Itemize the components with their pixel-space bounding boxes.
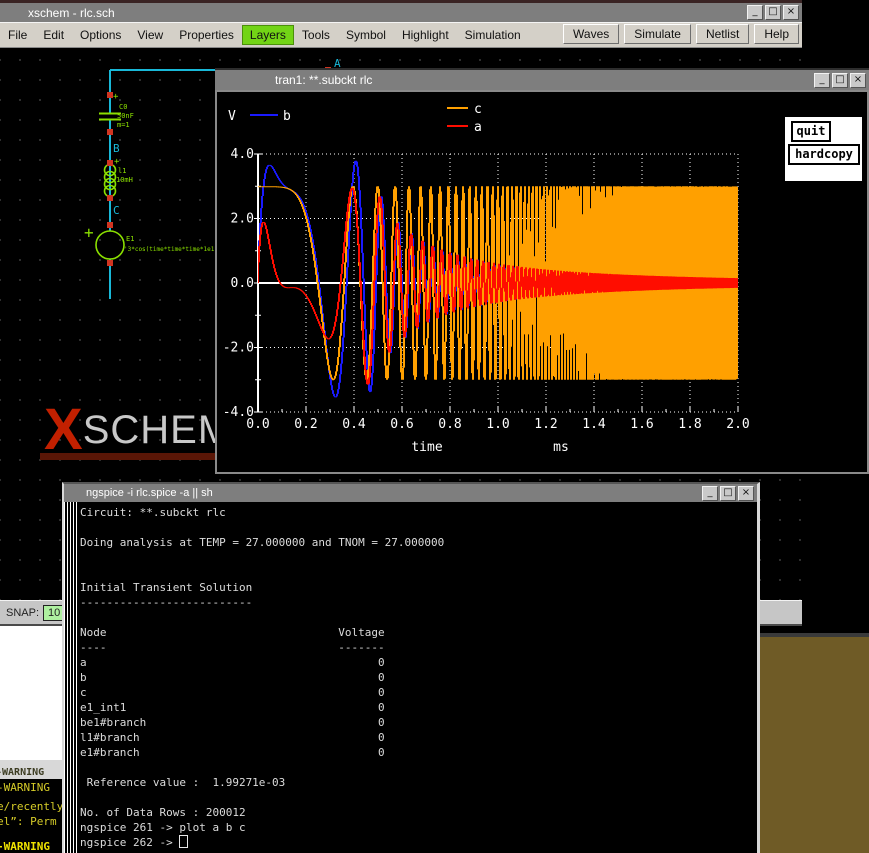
menu-simulation[interactable]: Simulation (457, 25, 529, 45)
clipped-warning-text: -WARNING (0, 767, 44, 778)
close-button[interactable]: × (783, 5, 799, 20)
y-tick-label: 4.0 (231, 147, 254, 162)
plot-control-panel: quit hardcopy (785, 117, 862, 181)
minimize-button[interactable]: _ (747, 5, 763, 20)
terminal-window-buttons: _□× (702, 486, 757, 501)
minimize-button[interactable]: _ (702, 486, 718, 501)
xschem-window-title: xschem - rlc.sch (28, 6, 115, 20)
close-button[interactable]: × (738, 486, 754, 501)
x-tick-label: 1.6 (630, 417, 653, 432)
svg-text:50nF: 50nF (117, 112, 134, 120)
y-tick-label: -2.0 (223, 341, 254, 356)
terminal-body[interactable]: Circuit: **.subckt rlc Doing analysis at… (64, 502, 757, 853)
net-label-c: C (113, 204, 120, 217)
y-tick-label: 0.0 (231, 276, 254, 291)
menu-file[interactable]: File (0, 25, 35, 45)
x-tick-label: 1.0 (486, 417, 509, 432)
quit-button[interactable]: quit (791, 121, 831, 142)
x-tick-label: 0.4 (342, 417, 366, 432)
hardcopy-button[interactable]: hardcopy (788, 144, 860, 165)
component-labels: C0 50nF m=1 l1 10mH E1 '3*cos(time*time*… (116, 103, 225, 253)
xschem-window-buttons: _□× (747, 5, 802, 20)
waveform-chart: 4.02.00.0-2.0-4.00.00.20.40.60.81.01.21.… (217, 92, 867, 472)
terminal-scrollbar[interactable] (64, 502, 77, 853)
background-statusbar-fragment: -WARNING (0, 760, 62, 779)
warning-line: el”: Perm (0, 815, 57, 828)
menu-tools[interactable]: Tools (294, 25, 338, 45)
x-tick-label: 1.4 (582, 417, 606, 432)
svg-text:+: + (114, 157, 120, 167)
warning-line: -WARNING (0, 781, 50, 794)
plot-window-title: tran1: **.subckt rlc (275, 73, 372, 87)
xschem-menubar: FileEditOptionsViewPropertiesLayersTools… (0, 22, 802, 48)
plot-titlebar[interactable]: tran1: **.subckt rlc _□× (215, 70, 869, 90)
svg-text:E1: E1 (126, 235, 134, 243)
snap-label: SNAP: (6, 607, 39, 619)
maximize-button[interactable]: □ (832, 73, 848, 88)
menu-view[interactable]: View (129, 25, 171, 45)
netlist-button[interactable]: Netlist (696, 24, 749, 44)
waves-button[interactable]: Waves (563, 24, 619, 44)
net-label-b: B (113, 142, 120, 155)
plot-window: tran1: **.subckt rlc _□× 4.02.00.0-2.0-4… (215, 68, 869, 474)
menu-properties[interactable]: Properties (171, 25, 242, 45)
vsource-symbol[interactable] (96, 231, 124, 259)
x-tick-label: 2.0 (726, 417, 749, 432)
y-axis-unit-label: V (228, 109, 236, 124)
svg-text:l1: l1 (118, 167, 126, 175)
terminal-window-title: ngspice -i rlc.spice -a || sh (86, 487, 213, 499)
plot-window-buttons: _□× (814, 73, 869, 88)
x-tick-label: 0.0 (246, 417, 269, 432)
x-tick-label: 0.8 (438, 417, 461, 432)
x-tick-label: 1.8 (678, 417, 701, 432)
svg-text:m=1: m=1 (117, 121, 130, 129)
x-tick-label: 0.6 (390, 417, 413, 432)
xschem-logo: XSCHEM (44, 407, 232, 453)
warning-line: e/recently (0, 800, 62, 813)
help-button[interactable]: Help (754, 24, 799, 44)
xschem-titlebar[interactable]: xschem - rlc.sch _□× (0, 3, 802, 22)
menu-symbol[interactable]: Symbol (338, 25, 394, 45)
menu-highlight[interactable]: Highlight (394, 25, 457, 45)
simulate-button[interactable]: Simulate (624, 24, 691, 44)
warning-line: -WARNING (0, 840, 50, 853)
menu-edit[interactable]: Edit (35, 25, 72, 45)
background-terminal-fragment: -WARNING e/recently el”: Perm -WARNING (0, 779, 62, 853)
terminal-titlebar[interactable]: ngspice -i rlc.spice -a || sh _□× (64, 484, 757, 502)
logo-text: SCHEM (83, 408, 232, 452)
legend-label-a: a (474, 120, 482, 135)
logo-x: X (44, 397, 83, 462)
menu-layers[interactable]: Layers (242, 25, 294, 45)
svg-text:'3*cos(time*time*time*1e11)': '3*cos(time*time*time*1e11)' (124, 246, 225, 253)
ngspice-terminal-window: ngspice -i rlc.spice -a || sh _□× Circui… (62, 482, 760, 853)
legend-label-b: b (283, 109, 291, 124)
maximize-button[interactable]: □ (765, 5, 781, 20)
toolbar-buttons: WavesSimulateNetlistHelp (563, 24, 799, 44)
x-tick-label: 1.2 (534, 417, 557, 432)
terminal-output[interactable]: Circuit: **.subckt rlc Doing analysis at… (80, 505, 444, 850)
background-panel (753, 633, 869, 853)
minimize-button[interactable]: _ (814, 73, 830, 88)
svg-text:C0: C0 (119, 103, 127, 111)
desktop: -WARNING -WARNINGe/recentlyel”: Perm-WAR… (0, 0, 869, 853)
terminal-cursor (179, 835, 188, 848)
menu-items: FileEditOptionsViewPropertiesLayersTools… (0, 25, 529, 45)
background-window-fragment (0, 620, 62, 760)
plot-area[interactable]: 4.02.00.0-2.0-4.00.00.20.40.60.81.01.21.… (217, 92, 867, 472)
svg-text:+: + (84, 223, 94, 242)
menu-options[interactable]: Options (72, 25, 129, 45)
legend-label-c: c (474, 102, 482, 117)
maximize-button[interactable]: □ (720, 486, 736, 501)
x-tick-label: 0.2 (294, 417, 317, 432)
x-axis-label: time (411, 440, 442, 455)
svg-text:+: + (113, 92, 119, 102)
y-tick-label: 2.0 (231, 212, 254, 227)
svg-text:10mH: 10mH (116, 176, 133, 184)
close-button[interactable]: × (850, 73, 866, 88)
x-axis-unit: ms (553, 440, 569, 455)
